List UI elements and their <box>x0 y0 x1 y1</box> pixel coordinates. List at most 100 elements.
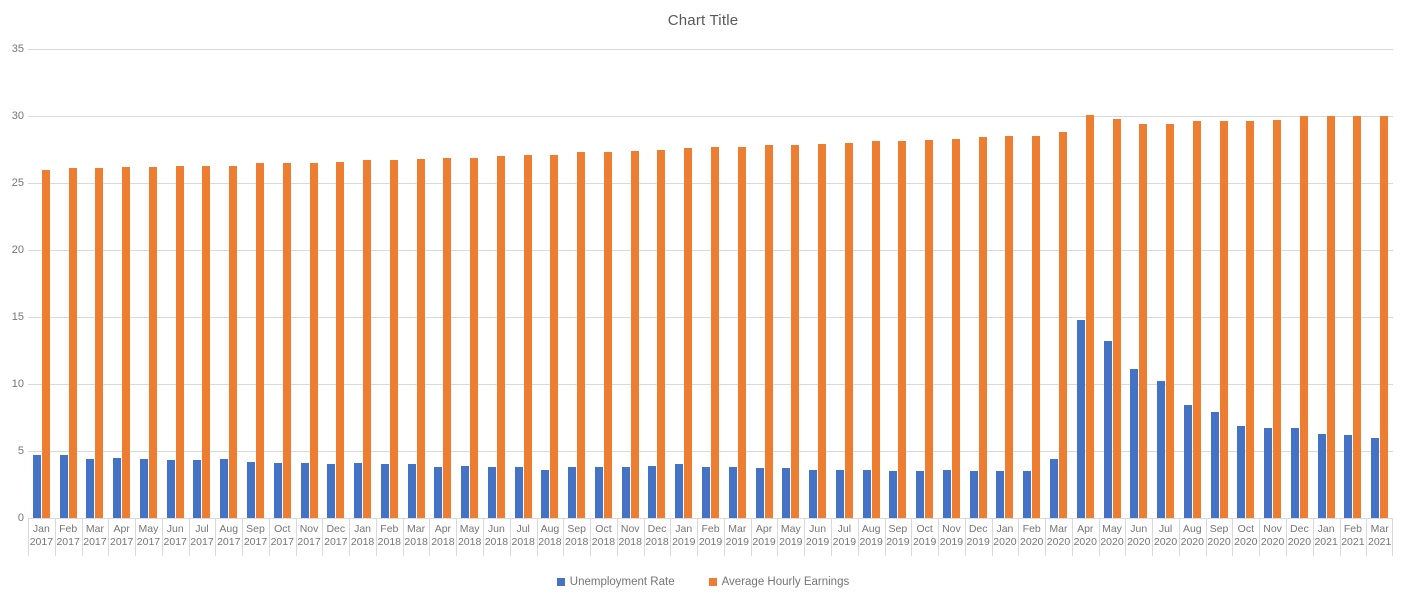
bar[interactable] <box>202 165 211 518</box>
bar[interactable] <box>711 146 720 518</box>
bar[interactable] <box>363 160 372 518</box>
bar[interactable] <box>889 471 898 518</box>
bar[interactable] <box>737 146 746 518</box>
bar[interactable] <box>282 162 291 518</box>
bar[interactable] <box>113 457 122 518</box>
bar[interactable] <box>1058 132 1067 518</box>
bar[interactable] <box>122 166 131 518</box>
bar[interactable] <box>1371 437 1380 518</box>
bar[interactable] <box>175 165 184 518</box>
bar[interactable] <box>380 464 389 518</box>
bar[interactable] <box>443 157 452 518</box>
bar[interactable] <box>755 468 764 518</box>
bar[interactable] <box>568 467 577 518</box>
bar[interactable] <box>41 169 50 518</box>
bar[interactable] <box>1237 425 1246 518</box>
bar[interactable] <box>782 468 791 518</box>
bar[interactable] <box>389 160 398 518</box>
bar[interactable] <box>809 469 818 518</box>
bar[interactable] <box>541 469 550 518</box>
bar[interactable] <box>1005 136 1014 518</box>
bar[interactable] <box>496 156 505 518</box>
bar[interactable] <box>630 150 639 518</box>
bar[interactable] <box>942 469 951 518</box>
bar[interactable] <box>166 460 175 518</box>
bar[interactable] <box>470 157 479 518</box>
bar[interactable] <box>1273 120 1282 518</box>
bar[interactable] <box>1290 428 1299 518</box>
bar[interactable] <box>594 467 603 518</box>
bar[interactable] <box>1085 114 1094 518</box>
bar[interactable] <box>59 455 68 518</box>
bar[interactable] <box>835 469 844 518</box>
bar[interactable] <box>309 162 318 518</box>
bar[interactable] <box>844 142 853 518</box>
bar[interactable] <box>354 463 363 518</box>
bar[interactable] <box>32 455 41 518</box>
bar[interactable] <box>327 464 336 518</box>
bar[interactable] <box>1032 136 1041 518</box>
bar[interactable] <box>684 148 693 518</box>
bar[interactable] <box>1112 118 1121 518</box>
bar[interactable] <box>256 162 264 518</box>
bar[interactable] <box>1246 121 1255 518</box>
bar[interactable] <box>1326 116 1335 518</box>
bar[interactable] <box>487 467 496 518</box>
bar[interactable] <box>1103 341 1112 518</box>
bar[interactable] <box>728 467 737 518</box>
bar[interactable] <box>1210 412 1219 518</box>
bar[interactable] <box>1166 124 1175 518</box>
bar[interactable] <box>550 154 559 518</box>
bar[interactable] <box>675 464 684 518</box>
legend-item[interactable]: Unemployment Rate <box>556 576 675 588</box>
bar[interactable] <box>657 149 666 518</box>
bar[interactable] <box>1317 433 1326 518</box>
bar[interactable] <box>220 459 229 518</box>
bar[interactable] <box>969 471 978 518</box>
bar[interactable] <box>648 465 657 518</box>
bar[interactable] <box>1049 459 1058 518</box>
bar[interactable] <box>1344 434 1353 518</box>
legend-item[interactable]: Average Hourly Earnings <box>708 576 849 588</box>
bar[interactable] <box>818 144 827 518</box>
bar[interactable] <box>193 460 202 518</box>
bar[interactable] <box>1299 116 1308 518</box>
bar[interactable] <box>1219 121 1228 518</box>
bar[interactable] <box>791 145 800 518</box>
bar[interactable] <box>229 165 238 518</box>
bar[interactable] <box>1264 428 1273 518</box>
bar[interactable] <box>247 461 255 518</box>
bar[interactable] <box>702 467 711 518</box>
bar[interactable] <box>86 459 95 518</box>
bar[interactable] <box>461 465 470 518</box>
bar[interactable] <box>68 168 77 518</box>
bar[interactable] <box>978 137 987 518</box>
bar[interactable] <box>1157 381 1166 518</box>
bar[interactable] <box>273 463 282 518</box>
bar[interactable] <box>996 471 1005 518</box>
bar[interactable] <box>139 459 148 518</box>
bar[interactable] <box>898 141 907 518</box>
bar[interactable] <box>416 158 425 518</box>
bar[interactable] <box>336 161 345 518</box>
bar[interactable] <box>1023 471 1032 518</box>
bar[interactable] <box>577 152 586 518</box>
bar[interactable] <box>951 138 960 518</box>
bar[interactable] <box>523 154 532 518</box>
bar[interactable] <box>764 145 773 518</box>
bar[interactable] <box>95 168 104 518</box>
bar[interactable] <box>434 467 443 518</box>
bar[interactable] <box>621 467 630 518</box>
bar[interactable] <box>1353 116 1362 518</box>
bar[interactable] <box>862 469 871 518</box>
bar[interactable] <box>407 464 416 518</box>
bar[interactable] <box>1380 116 1389 518</box>
bar[interactable] <box>925 140 934 518</box>
bar[interactable] <box>300 463 309 518</box>
bar[interactable] <box>603 152 612 518</box>
bar[interactable] <box>1130 369 1139 518</box>
bar[interactable] <box>916 471 925 518</box>
bar[interactable] <box>514 467 523 518</box>
bar[interactable] <box>1076 319 1085 518</box>
bar[interactable] <box>1139 124 1148 518</box>
